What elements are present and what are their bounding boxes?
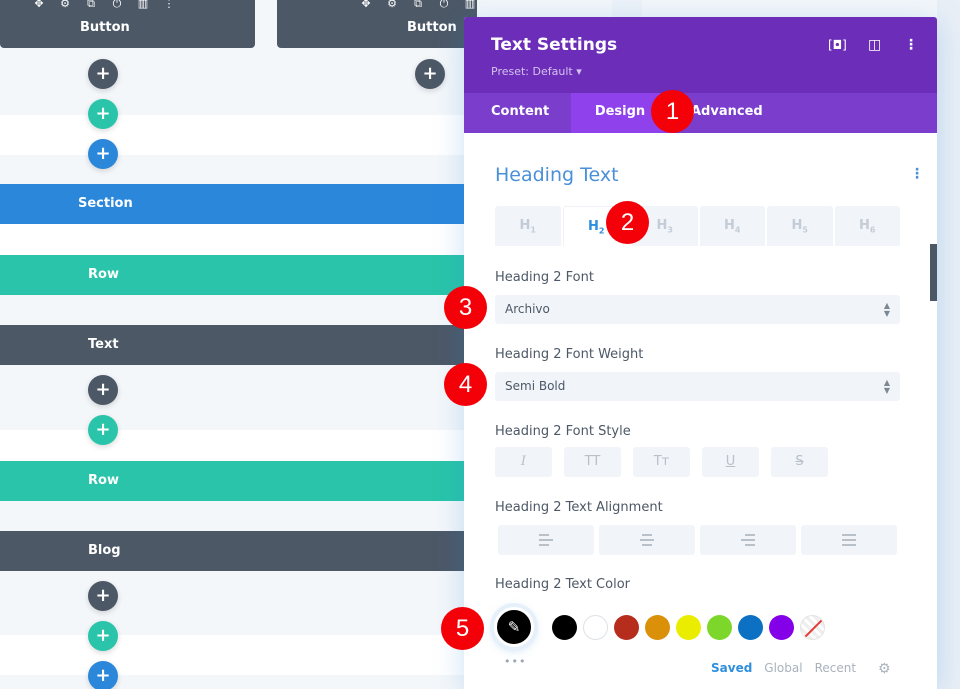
row-area [0,430,464,461]
color-row: ✎ [494,607,904,647]
bar-label: Text [88,337,119,352]
text-module-bar[interactable]: Text [0,325,464,365]
row-bar[interactable]: Row [0,461,464,501]
add-module-button[interactable]: + [88,375,118,405]
blog-module-bar[interactable]: Blog [0,531,464,571]
add-section-button[interactable]: + [88,139,118,169]
plus-icon: + [95,419,111,440]
align-justify-button[interactable] [801,525,897,555]
move-icon[interactable]: ✥ [359,0,373,10]
select-arrows-icon: ▲ ▼ [883,301,890,318]
font-weight-value: Semi Bold [505,379,566,393]
step-marker-4: 4 [444,363,487,406]
module-label: Button [407,20,457,35]
more-colors-dots[interactable]: ••• [504,655,526,668]
settings-fields: Heading 2 Font Archivo ▲ ▼ Heading 2 Font… [464,0,937,689]
eyedropper-icon: ✎ [507,618,521,636]
add-row-button[interactable]: + [88,99,118,129]
row-bar[interactable]: Row [0,255,464,295]
plus-icon: + [95,625,111,646]
more-icon[interactable]: ⋮ [162,0,176,10]
align-left-button[interactable] [498,525,594,555]
columns-icon[interactable]: ▥ [136,0,150,10]
palette-settings-gear-icon[interactable]: ⚙ [878,661,891,677]
bar-label: Row [88,473,119,488]
section-bar[interactable]: Section [0,184,464,224]
strikethrough-button[interactable]: S [771,447,828,477]
add-module-button[interactable]: + [88,59,118,89]
color-picker-button[interactable]: ✎ [494,607,534,647]
row-area [0,115,464,155]
bar-label: Blog [88,543,121,558]
duplicate-icon[interactable]: ⧉ [84,0,98,10]
builder-canvas: ✥ ⚙ ⧉ ⏻ ▥ ⋮ Button ✥ ⚙ ⧉ ⏻ ▥ Button + + … [0,0,477,689]
step-marker-1: 1 [651,90,694,133]
step-marker-2: 2 [606,201,649,244]
swatch-white[interactable] [583,615,608,640]
swatch-orange[interactable] [645,615,670,640]
plus-icon: + [95,63,111,84]
add-row-button[interactable]: + [88,415,118,445]
right-gutter [937,0,960,689]
text-alignment-label: Heading 2 Text Alignment [495,500,663,515]
capitalize-button[interactable]: Tт [633,447,690,477]
plus-icon: + [95,103,111,124]
uppercase-button[interactable]: TT [564,447,621,477]
swatch-green[interactable] [707,615,732,640]
swatch-purple[interactable] [769,615,794,640]
add-module-button[interactable]: + [415,59,445,89]
section-body [0,224,464,255]
gear-icon[interactable]: ⚙ [58,0,72,10]
font-weight-label: Heading 2 Font Weight [495,347,644,362]
bar-label: Row [88,267,119,282]
plus-icon: + [95,379,111,400]
text-color-label: Heading 2 Text Color [495,577,630,592]
module-label: Button [80,20,130,35]
power-icon[interactable]: ⏻ [110,0,124,10]
select-arrows-icon: ▲ ▼ [883,378,890,395]
button-module-card-1[interactable]: ✥ ⚙ ⧉ ⏻ ▥ ⋮ Button [0,0,255,48]
font-weight-select[interactable]: Semi Bold ▲ ▼ [495,372,900,401]
swatch-blue[interactable] [738,615,763,640]
font-style-label: Heading 2 Font Style [495,424,631,439]
underline-button[interactable]: U [702,447,759,477]
align-center-button[interactable] [599,525,695,555]
plus-icon: + [95,585,111,606]
align-right-button[interactable] [700,525,796,555]
duplicate-icon[interactable]: ⧉ [411,0,425,10]
font-value: Archivo [505,302,550,316]
bar-label: Section [78,196,133,211]
palette-tab-global[interactable]: Global [764,661,802,675]
button-module-card-2[interactable]: ✥ ⚙ ⧉ ⏻ ▥ Button [277,0,477,48]
text-alignment-buttons [498,525,897,555]
font-style-buttons: I TT Tт U S [495,447,828,477]
plus-icon: + [422,63,438,84]
plus-icon: + [95,143,111,164]
step-marker-5: 5 [441,607,484,650]
add-row-button[interactable]: + [88,621,118,651]
palette-tab-saved[interactable]: Saved [711,661,752,675]
plus-icon: + [95,665,111,686]
palette-tab-recent[interactable]: Recent [815,661,856,675]
row-area [0,635,464,675]
move-icon[interactable]: ✥ [32,0,46,10]
step-marker-3: 3 [444,286,487,329]
palette-tabs: Saved Global Recent [711,661,856,675]
add-section-button[interactable]: + [88,661,118,689]
module-toolbar: ✥ ⚙ ⧉ ⏻ ▥ ⋮ [32,0,176,10]
power-icon[interactable]: ⏻ [437,0,451,10]
add-module-button[interactable]: + [88,581,118,611]
italic-button[interactable]: I [495,447,552,477]
gear-icon[interactable]: ⚙ [385,0,399,10]
swatch-red[interactable] [614,615,639,640]
font-select[interactable]: Archivo ▲ ▼ [495,295,900,324]
module-toolbar: ✥ ⚙ ⧉ ⏻ ▥ [359,0,477,10]
swatch-clear[interactable] [800,615,825,640]
font-label: Heading 2 Font [495,270,594,285]
swatch-black[interactable] [552,615,577,640]
swatch-yellow[interactable] [676,615,701,640]
